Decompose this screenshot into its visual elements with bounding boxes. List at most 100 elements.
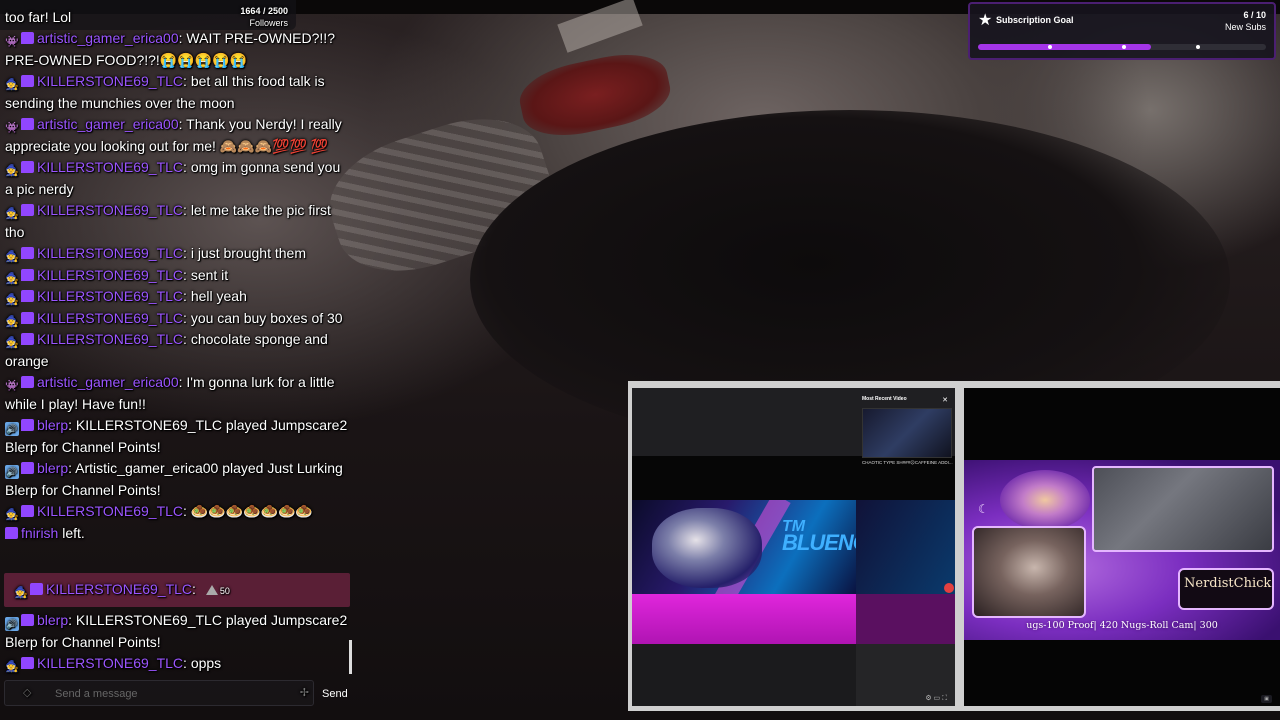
close-icon[interactable]: ✕ — [942, 396, 948, 404]
chat-username[interactable]: blerp — [37, 612, 68, 628]
blerp-badge-icon: 🔊 — [5, 422, 19, 436]
chat-message: 🧙 KILLERSTONE69_TLC: bet all this food ta… — [5, 73, 325, 111]
chat-username[interactable]: KILLERSTONE69_TLC — [37, 288, 183, 304]
follower-label: Followers — [249, 18, 288, 28]
sub-badge-icon — [21, 161, 34, 173]
chat-username[interactable]: KILLERSTONE69_TLC — [37, 331, 183, 347]
sub-badge-icon — [21, 462, 34, 474]
chat-partial-message: too far! Lol — [5, 9, 72, 25]
player-controls[interactable]: ⚙ ▭ ⛶ — [925, 694, 947, 703]
chat-input[interactable] — [53, 684, 297, 704]
video-thumbnail[interactable] — [862, 408, 952, 458]
chat-username[interactable]: blerp — [37, 417, 68, 433]
chat-scrollbar[interactable] — [349, 640, 352, 674]
chat-username[interactable]: KILLERSTONE69_TLC — [37, 245, 183, 261]
chat-message: 🧙 KILLERSTONE69_TLC: hell yeah — [5, 288, 247, 306]
red-cloth — [514, 45, 676, 145]
blerp-badge-icon: 🔊 — [5, 465, 19, 479]
wizard-badge-icon: 🧙 — [5, 294, 19, 306]
chat-username[interactable]: artistic_gamer_erica00 — [37, 374, 179, 390]
magenta-band — [632, 594, 856, 644]
sub-badge-icon — [21, 505, 34, 517]
avatar-art — [1000, 470, 1090, 530]
chat-message: 🧙 KILLERSTONE69_TLC: sent it — [5, 266, 229, 285]
stream-preview-window[interactable]: ☾ NerdistChick ugs-100 Proof| 420 Nugs-R… — [964, 388, 1280, 706]
chat-username[interactable]: artistic_gamer_erica00 — [37, 30, 179, 46]
cheer-message: 🧙 KILLERSTONE69_TLC: 50 — [14, 581, 230, 599]
chat-username[interactable]: KILLERSTONE69_TLC — [37, 267, 183, 283]
moon-icon: ☾ — [978, 502, 989, 516]
sub-badge-icon — [21, 75, 34, 87]
streamer-name-box: NerdistChick — [1178, 568, 1274, 610]
wizard-badge-icon: 🧙 — [5, 165, 19, 177]
chat-username[interactable]: KILLERSTONE69_TLC — [37, 310, 183, 326]
sub-badge-icon — [21, 118, 34, 130]
sub-badge-icon — [21, 247, 34, 259]
chat-message: 🧙 KILLERSTONE69_TLC: let me take the pic … — [5, 202, 331, 240]
sub-badge-icon — [21, 311, 34, 324]
chat-text: you can buy boxes of 30 — [190, 309, 343, 326]
channel-banner: TM BLUENOTEZ — [632, 500, 856, 594]
bits-icon — [205, 585, 218, 595]
blerp-badge-icon: 🔊 — [5, 617, 19, 631]
chat-username[interactable]: blerp — [37, 460, 68, 476]
chat-message: 👾 artistic_gamer_erica00: I'm gonna lurk … — [5, 374, 335, 412]
chat-input-box[interactable]: ◇ ✢ — [4, 680, 314, 706]
chat-username[interactable]: fnirish — [21, 525, 58, 541]
goal-title: Subscription Goal — [996, 15, 1074, 25]
chat-message: fnirish left. — [5, 523, 351, 545]
window-badge: ▣ — [1261, 695, 1272, 703]
wizard-badge-icon: 🧙 — [5, 337, 19, 349]
chat-message: 🧙 KILLERSTONE69_TLC: opps — [5, 655, 222, 673]
sub-badge-icon — [21, 32, 34, 44]
emote-picker-icon[interactable]: ◇ — [23, 686, 31, 699]
preview-bottom — [632, 644, 856, 706]
channel-preview-window[interactable]: Most Recent Video ✕ CHAOTIC TYPE SH###☹C… — [632, 388, 955, 706]
sub-badge-icon — [21, 290, 34, 302]
chat-message: 🔊 blerp: KILLERSTONE69_TLC played Jumpsca… — [5, 612, 348, 650]
chat-messages-after: 🔊 blerp: KILLERSTONE69_TLC played Jumpsca… — [5, 610, 351, 675]
chat-username[interactable]: KILLERSTONE69_TLC — [37, 73, 183, 89]
glitch-badge-icon: 👾 — [5, 36, 19, 48]
sub-badge-icon — [21, 268, 34, 281]
sub-badge-icon — [5, 526, 18, 539]
stream-overlay: ☾ NerdistChick ugs-100 Proof| 420 Nugs-R… — [964, 460, 1280, 640]
wizard-badge-icon: 🧙 — [5, 208, 19, 220]
sub-badge-icon — [21, 333, 34, 345]
most-recent-video[interactable]: Most Recent Video ✕ CHAOTIC TYPE SH###☹C… — [862, 396, 953, 474]
chat-message: 🔊 blerp: KILLERSTONE69_TLC played Jumpsca… — [5, 417, 348, 455]
chat-message: 👾 artistic_gamer_erica00: Thank you Nerdy… — [5, 116, 342, 154]
chat-message: 🧙 KILLERSTONE69_TLC: i just brought them — [5, 245, 306, 263]
sub-badge-icon — [21, 204, 34, 216]
goal-progress: 6 / 10 — [1243, 10, 1266, 20]
sub-badge-icon — [21, 657, 34, 669]
wizard-badge-icon: 🧙 — [5, 251, 19, 263]
chat-username[interactable]: KILLERSTONE69_TLC — [46, 581, 192, 597]
wizard-badge-icon: 🧙 — [5, 79, 19, 91]
game-capture — [1092, 466, 1274, 552]
chat-message: 🧙 KILLERSTONE69_TLC: you can buy boxes of… — [5, 309, 343, 328]
subscription-goal: ★ Subscription Goal 6 / 10 New Subs — [968, 2, 1276, 60]
chat-message: 👾 artistic_gamer_erica00: WAIT PRE-OWNED?… — [5, 30, 335, 68]
chat-message: 🧙 KILLERSTONE69_TLC: chocolate sponge and… — [5, 331, 328, 369]
chat-text: opps — [190, 655, 222, 671]
chat-username[interactable]: KILLERSTONE69_TLC — [37, 159, 183, 175]
wizard-badge-icon: 🧙 — [14, 587, 28, 599]
chat-composer: ◇ ✢ Send — [4, 680, 350, 706]
chat-username[interactable]: KILLERSTONE69_TLC — [37, 655, 183, 671]
glitch-badge-icon: 👾 — [5, 380, 19, 392]
goal-milestone — [1196, 45, 1200, 49]
chat-username[interactable]: KILLERSTONE69_TLC — [37, 503, 183, 519]
sub-badge-icon — [30, 583, 43, 595]
chat-username[interactable]: KILLERSTONE69_TLC — [37, 202, 183, 218]
chat-message: 🧙 KILLERSTONE69_TLC: 🧆🧆🧆🧆🧆🧆🧆 — [5, 503, 313, 521]
star-icon: ★ — [978, 12, 993, 29]
command-icon[interactable]: ✢ — [300, 686, 309, 699]
chat-text: sent it — [190, 266, 229, 283]
chat-message: 🧙 KILLERSTONE69_TLC: omg im gonna send yo… — [5, 159, 341, 197]
chat-username[interactable]: artistic_gamer_erica00 — [37, 116, 179, 132]
sub-badge-icon — [21, 376, 34, 388]
facecam — [972, 526, 1086, 618]
chat-text: 🧆🧆🧆🧆🧆🧆🧆 — [190, 503, 313, 519]
send-button[interactable]: Send — [316, 680, 350, 706]
